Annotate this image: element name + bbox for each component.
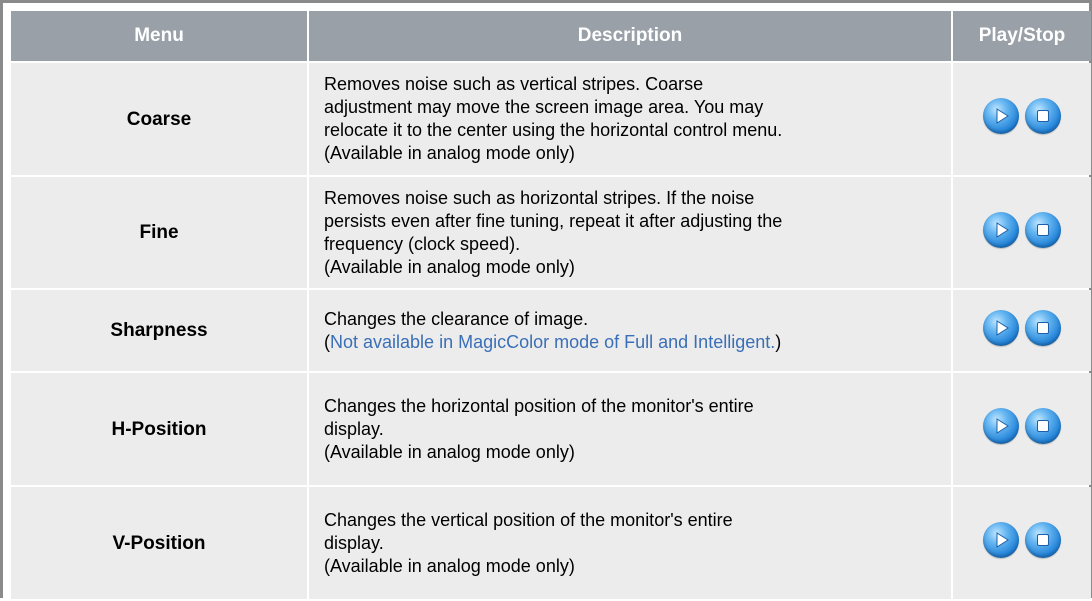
- description-h-position: Changes the horizontal position of the m…: [309, 373, 951, 485]
- stop-icon: [1037, 223, 1049, 236]
- description-line: Changes the clearance of image.: [324, 308, 589, 329]
- play-icon: [996, 108, 1009, 124]
- header-row: Menu Description Play/Stop: [11, 11, 1091, 61]
- header-description: Description: [309, 11, 951, 61]
- play-icon: [996, 221, 1009, 238]
- stop-button-fine[interactable]: [1025, 211, 1061, 248]
- availability-note: Not available in MagicColor mode of Full…: [330, 331, 776, 352]
- page-frame: Menu Description Play/Stop Coarse Remove…: [0, 0, 1092, 601]
- description-line: Changes the vertical position of the mon…: [324, 509, 733, 530]
- header-play-stop: Play/Stop: [953, 11, 1091, 61]
- description-line: display.: [324, 418, 384, 439]
- stop-icon: [1037, 321, 1049, 334]
- play-button-h-position[interactable]: [983, 408, 1019, 444]
- play-button-v-position[interactable]: [983, 522, 1019, 558]
- stop-icon: [1037, 110, 1049, 122]
- menu-table: Menu Description Play/Stop Coarse Remove…: [9, 9, 1092, 601]
- play-button-fine[interactable]: [983, 211, 1019, 248]
- menu-name-fine: Fine: [11, 177, 307, 288]
- description-line: Removes noise such as vertical stripes. …: [324, 74, 704, 94]
- description-v-position: Changes the vertical position of the mon…: [309, 487, 951, 599]
- description-note-line: (Not available in MagicColor mode of Ful…: [324, 331, 939, 354]
- stop-icon: [1037, 534, 1049, 546]
- description-line: Removes noise such as horizontal stripes…: [324, 187, 755, 208]
- description-line: relocate it to the center using the hori…: [324, 120, 783, 140]
- play-stop-cell: [953, 373, 1091, 485]
- menu-name-h-position: H-Position: [11, 373, 307, 485]
- description-line: (Available in analog mode only): [324, 256, 575, 277]
- stop-button-sharpness[interactable]: [1025, 309, 1061, 346]
- play-button-coarse[interactable]: [983, 98, 1019, 134]
- menu-name-v-position: V-Position: [11, 487, 307, 599]
- table-row: H-Position Changes the horizontal positi…: [11, 373, 1091, 485]
- description-line: (Available in analog mode only): [324, 143, 575, 163]
- stop-button-coarse[interactable]: [1025, 98, 1061, 134]
- stop-icon: [1037, 420, 1049, 432]
- description-line: adjustment may move the screen image are…: [324, 97, 764, 117]
- description-coarse: Removes noise such as vertical stripes. …: [309, 63, 951, 175]
- play-stop-cell: [953, 177, 1091, 288]
- play-icon: [996, 319, 1009, 336]
- description-line: persists even after fine tuning, repeat …: [324, 210, 783, 231]
- table-row: Coarse Removes noise such as vertical st…: [11, 63, 1091, 175]
- description-fine: Removes noise such as horizontal stripes…: [309, 177, 951, 288]
- play-stop-cell: [953, 63, 1091, 175]
- table-row: Fine Removes noise such as horizontal st…: [11, 177, 1091, 288]
- menu-name-coarse: Coarse: [11, 63, 307, 175]
- play-stop-cell: [953, 487, 1091, 599]
- play-icon: [996, 418, 1009, 434]
- header-menu: Menu: [11, 11, 307, 61]
- note-close-paren: ): [775, 331, 782, 352]
- table-row: V-Position Changes the vertical position…: [11, 487, 1091, 599]
- menu-name-sharpness: Sharpness: [11, 290, 307, 371]
- stop-button-h-position[interactable]: [1025, 408, 1061, 444]
- description-line: frequency (clock speed).: [324, 233, 521, 254]
- play-button-sharpness[interactable]: [983, 309, 1019, 346]
- description-sharpness: Changes the clearance of image. (Not ava…: [309, 290, 951, 371]
- play-icon: [996, 532, 1009, 548]
- description-line: (Available in analog mode only): [324, 441, 575, 462]
- stop-button-v-position[interactable]: [1025, 522, 1061, 558]
- description-line: display.: [324, 532, 384, 553]
- description-line: (Available in analog mode only): [324, 555, 575, 576]
- play-stop-cell: [953, 290, 1091, 371]
- description-line: Changes the horizontal position of the m…: [324, 395, 754, 416]
- table-row: Sharpness Changes the clearance of image…: [11, 290, 1091, 371]
